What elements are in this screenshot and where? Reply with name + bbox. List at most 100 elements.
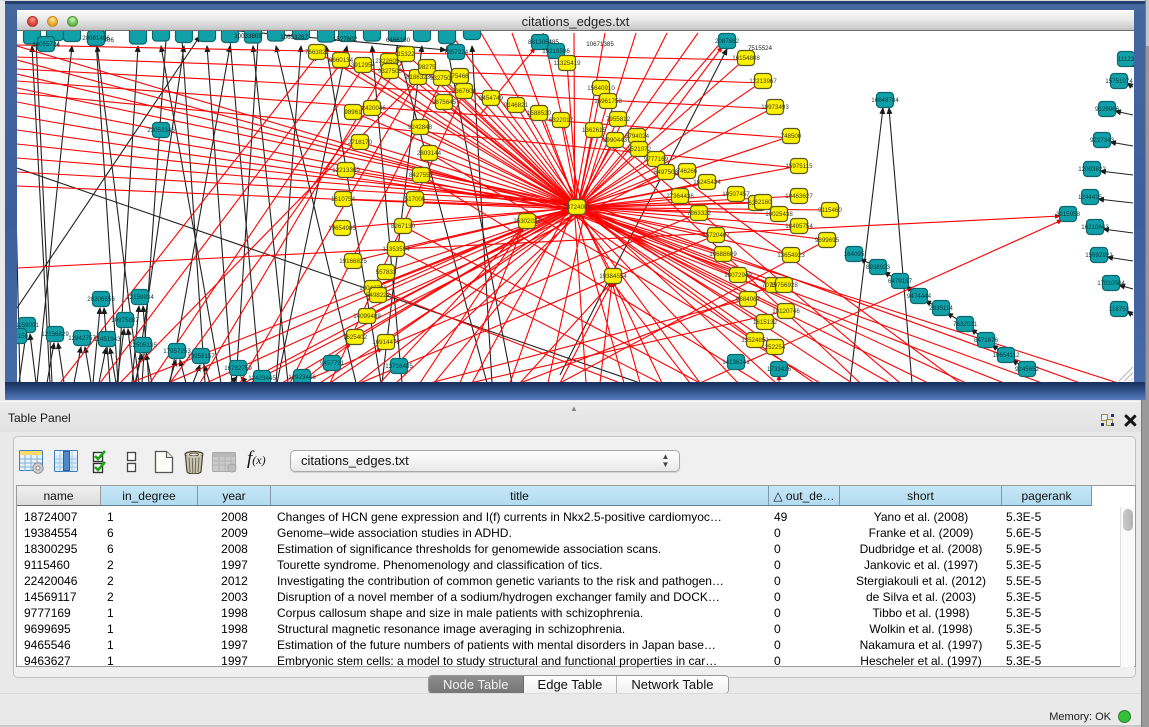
svg-text:9129966: 9129966 <box>1095 106 1120 113</box>
svg-text:15640910: 15640910 <box>587 85 615 92</box>
svg-text:1362615: 1362615 <box>582 127 607 134</box>
svg-text:164095: 164095 <box>844 251 865 258</box>
svg-text:25302033: 25302033 <box>513 218 541 225</box>
svg-text:746266: 746266 <box>677 168 698 175</box>
svg-text:14136141: 14136141 <box>722 359 750 366</box>
svg-text:10958157: 10958157 <box>187 353 215 360</box>
svg-text:14055724: 14055724 <box>32 41 60 48</box>
svg-text:7357224: 7357224 <box>444 49 469 56</box>
svg-text:12156829: 12156829 <box>41 331 69 338</box>
svg-text:7863322: 7863322 <box>687 210 712 217</box>
svg-text:12093822: 12093822 <box>1078 166 1106 173</box>
svg-text:19463627: 19463627 <box>785 193 813 200</box>
svg-text:9699695: 9699695 <box>815 237 840 244</box>
svg-text:2087682: 2087682 <box>715 38 740 45</box>
svg-text:6497508: 6497508 <box>654 169 679 176</box>
svg-text:16648784: 16648784 <box>871 97 899 104</box>
svg-text:11123: 11123 <box>1118 56 1134 63</box>
svg-text:98275: 98275 <box>418 64 436 71</box>
svg-text:8454749: 8454749 <box>479 95 504 102</box>
svg-text:15975115: 15975115 <box>785 163 813 170</box>
svg-text:9115460: 9115460 <box>818 207 842 214</box>
svg-text:6479197: 6479197 <box>888 278 913 285</box>
svg-text:10653267: 10653267 <box>280 34 308 41</box>
svg-text:7955812: 7955812 <box>606 116 631 123</box>
svg-text:517006: 517006 <box>405 196 426 203</box>
svg-text:18495754: 18495754 <box>785 223 813 230</box>
svg-text:8938923: 8938923 <box>866 264 891 271</box>
svg-text:1244415: 1244415 <box>1078 194 1103 201</box>
svg-text:12213967: 12213967 <box>749 78 777 85</box>
svg-text:16245434: 16245434 <box>693 179 721 186</box>
svg-text:8427552: 8427552 <box>409 172 434 179</box>
svg-text:10033809: 10033809 <box>234 33 262 40</box>
svg-text:391159: 391159 <box>17 333 29 340</box>
svg-text:15720407: 15720407 <box>702 232 730 239</box>
svg-text:10654112: 10654112 <box>992 352 1020 359</box>
svg-text:16154808: 16154808 <box>732 55 760 62</box>
svg-text:3912954: 3912954 <box>351 62 376 69</box>
svg-text:98961: 98961 <box>344 109 362 116</box>
svg-text:252254: 252254 <box>765 344 786 351</box>
svg-text:62160: 62160 <box>754 199 772 206</box>
svg-text:1588520: 1588520 <box>527 110 552 117</box>
svg-text:20091406: 20091406 <box>82 35 110 42</box>
svg-text:17010504: 17010504 <box>1097 280 1125 287</box>
svg-text:9227343: 9227343 <box>1090 137 1115 144</box>
svg-text:10973493: 10973493 <box>761 104 789 111</box>
svg-text:9242848: 9242848 <box>408 124 433 131</box>
svg-text:23053346: 23053346 <box>147 127 175 134</box>
svg-text:14099489: 14099489 <box>353 313 381 320</box>
svg-text:11353594: 11353594 <box>382 246 410 253</box>
svg-text:13654923: 13654923 <box>777 252 805 259</box>
svg-text:7632021: 7632021 <box>953 321 978 328</box>
svg-text:9146821: 9146821 <box>504 102 529 109</box>
svg-text:8660134: 8660134 <box>329 57 354 64</box>
svg-text:1615132: 1615132 <box>753 319 778 326</box>
svg-text:10975887: 10975887 <box>111 317 139 324</box>
svg-text:557833: 557833 <box>376 269 397 276</box>
svg-text:7625402: 7625402 <box>343 334 368 341</box>
svg-text:19654985: 19654985 <box>328 225 356 232</box>
svg-text:16210643: 16210643 <box>1081 224 1109 231</box>
svg-text:16914479: 16914479 <box>372 339 400 346</box>
svg-text:3875645: 3875645 <box>432 99 457 106</box>
svg-text:9777169: 9777169 <box>644 156 669 163</box>
svg-text:10671385: 10671385 <box>586 41 614 48</box>
svg-text:12923446: 12923446 <box>288 374 316 381</box>
svg-text:11451943: 11451943 <box>93 336 121 343</box>
svg-text:15751074: 15751074 <box>1105 78 1133 85</box>
svg-text:16961758: 16961758 <box>594 98 622 105</box>
svg-text:6794024: 6794024 <box>625 133 650 140</box>
svg-text:19756928: 19756928 <box>770 282 798 289</box>
svg-text:1733426: 1733426 <box>767 366 792 373</box>
svg-text:19166825: 19166825 <box>339 258 367 265</box>
svg-text:3215958: 3215958 <box>1056 211 1081 218</box>
svg-text:12159934: 12159934 <box>126 294 154 301</box>
svg-text:10688609: 10688609 <box>709 251 737 258</box>
svg-text:19384554: 19384554 <box>599 273 627 280</box>
svg-text:12213369: 12213369 <box>332 167 360 174</box>
svg-text:2718170: 2718170 <box>348 139 373 146</box>
svg-text:6466160: 6466160 <box>386 37 411 44</box>
svg-text:12505135: 12505135 <box>129 342 157 349</box>
svg-text:8471676: 8471676 <box>974 337 999 344</box>
svg-text:7663822: 7663822 <box>305 49 330 56</box>
svg-text:9457791: 9457791 <box>320 360 345 367</box>
svg-text:2367608: 2367608 <box>452 88 477 95</box>
svg-text:18724007: 18724007 <box>563 204 591 211</box>
svg-text:2935114: 2935114 <box>929 305 953 312</box>
svg-text:5498222: 5498222 <box>366 292 391 299</box>
svg-text:8990443: 8990443 <box>603 137 628 144</box>
svg-text:10025438: 10025438 <box>765 211 793 218</box>
svg-text:10507457: 10507457 <box>722 191 750 198</box>
svg-text:9474444: 9474444 <box>907 293 932 300</box>
svg-text:748500: 748500 <box>781 133 802 140</box>
svg-text:15692921: 15692921 <box>1085 252 1113 259</box>
svg-text:22420046: 22420046 <box>358 105 386 112</box>
svg-text:20206556: 20206556 <box>87 296 115 303</box>
svg-text:116753: 116753 <box>1109 306 1130 313</box>
svg-text:9245652: 9245652 <box>1015 366 1040 373</box>
svg-text:1610754: 1610754 <box>331 196 356 203</box>
svg-text:10120746: 10120746 <box>772 308 800 315</box>
